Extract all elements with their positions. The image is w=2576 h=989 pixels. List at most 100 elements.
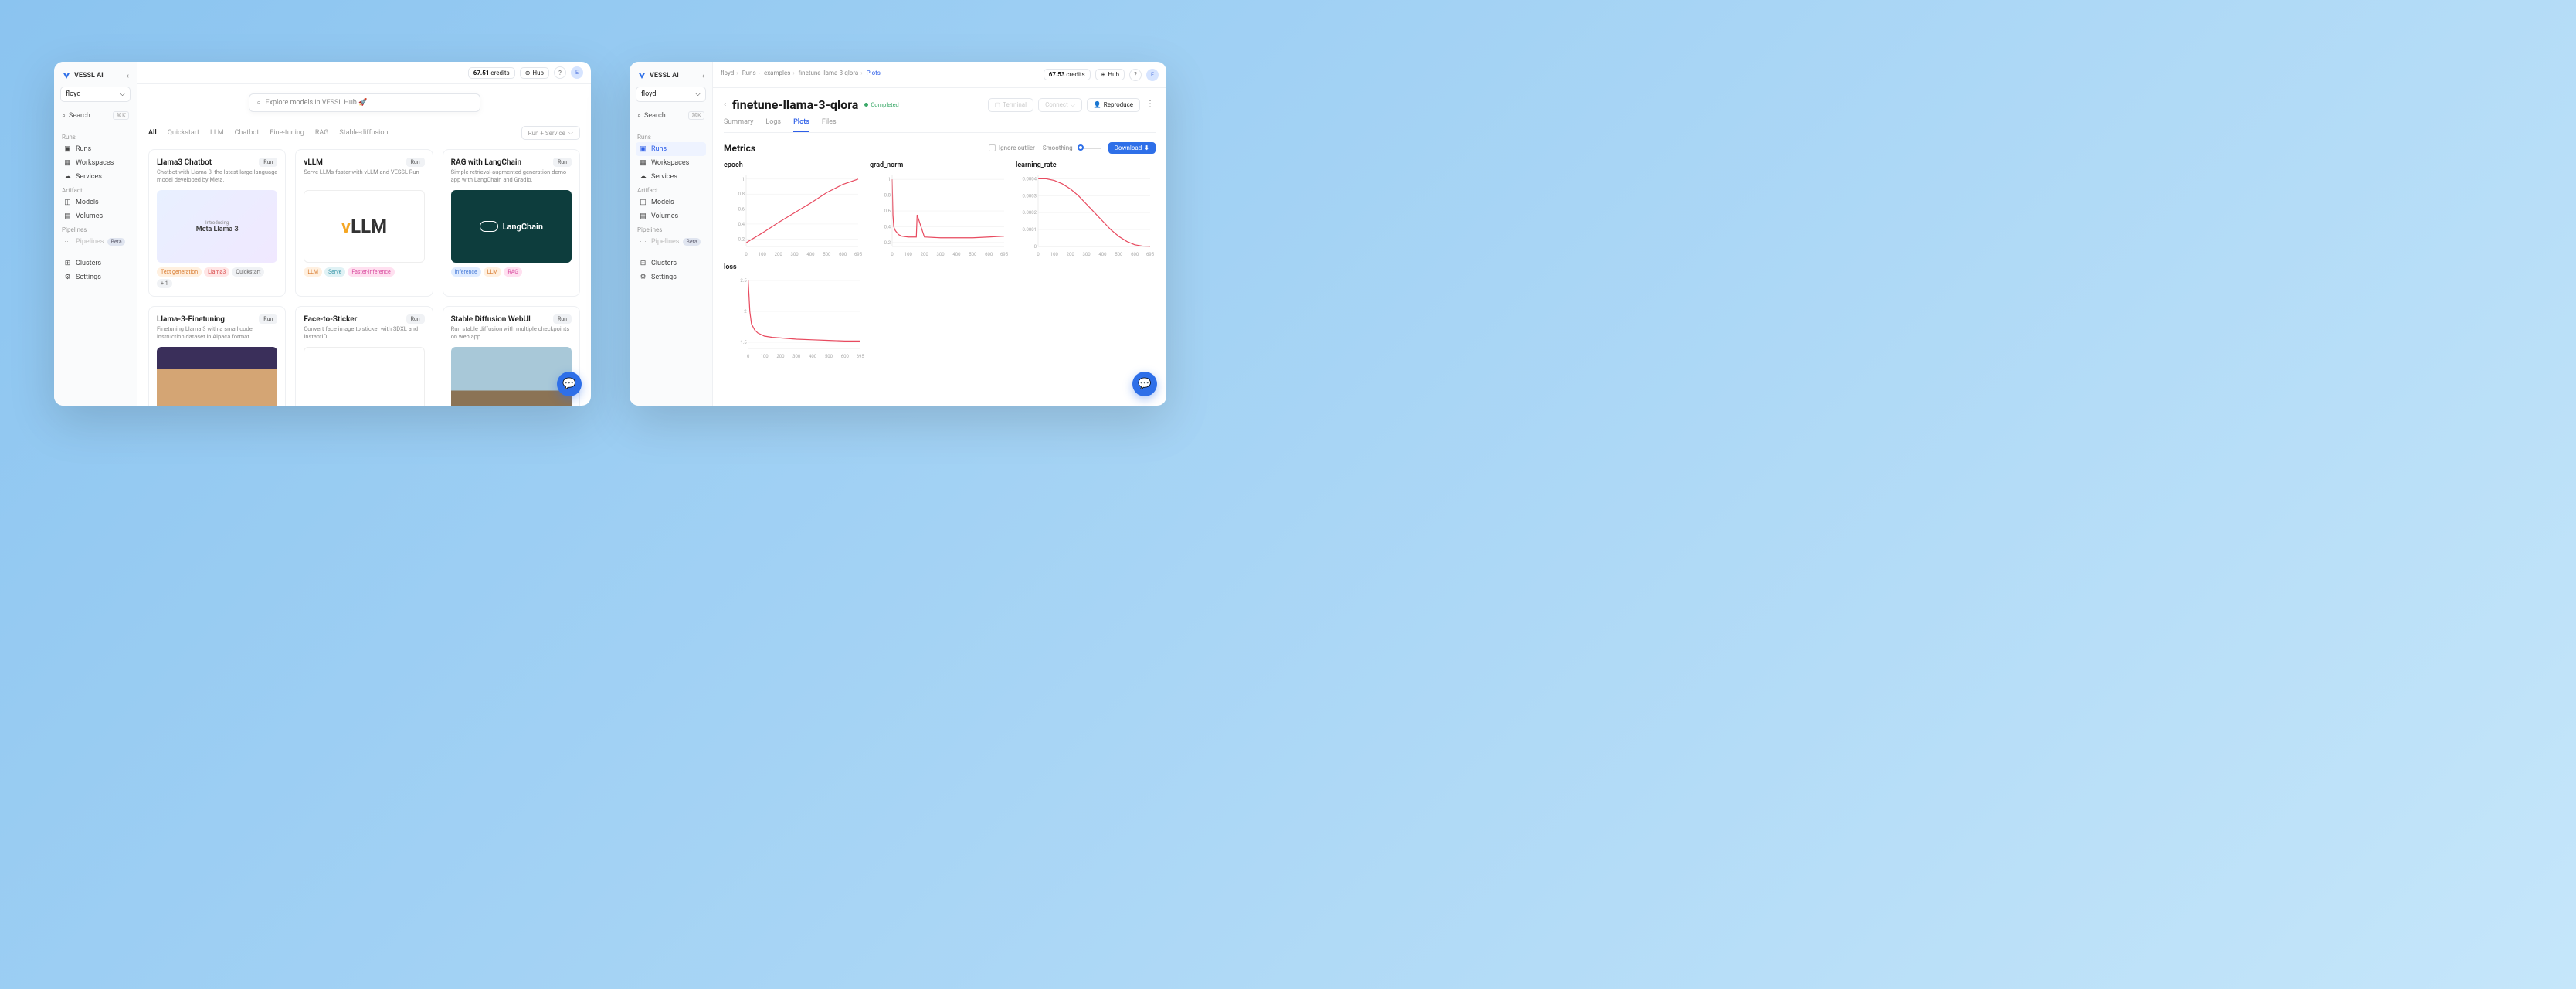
svg-text:0.0003: 0.0003 [1023, 193, 1037, 199]
subtab-logs[interactable]: Logs [765, 118, 781, 132]
models-icon: ◫ [639, 199, 647, 206]
org-selector[interactable]: floyd ⌵ [60, 87, 131, 102]
run-button[interactable]: Run [259, 158, 277, 167]
nav-models[interactable]: ◫Models [636, 195, 706, 209]
terminal-button[interactable]: ▢Terminal [988, 98, 1034, 112]
workspaces-icon: ▦ [63, 159, 72, 167]
nav-services[interactable]: ☁Services [60, 170, 131, 184]
ignore-outlier-toggle[interactable]: Ignore outlier [989, 144, 1035, 151]
run-button[interactable]: Run [553, 158, 572, 167]
breadcrumb-item[interactable]: floyd [721, 70, 734, 76]
collapse-sidebar-icon[interactable]: ‹ [702, 72, 704, 80]
breadcrumb-item[interactable]: Runs [742, 70, 756, 76]
nav-volumes[interactable]: ▤Volumes [60, 209, 131, 223]
search-button[interactable]: ⌕ Search ⌘K [636, 108, 706, 123]
nav-workspaces[interactable]: ▦Workspaces [60, 156, 131, 170]
subtab-summary[interactable]: Summary [724, 118, 753, 132]
run-button[interactable]: Run [406, 158, 425, 167]
credits-badge[interactable]: 67.51 credits [468, 67, 515, 79]
tab-all[interactable]: All [148, 129, 157, 137]
tab-llm[interactable]: LLM [210, 129, 224, 137]
main-area: 67.51 credits ⊕Hub ? E ⌕ Explore models … [137, 62, 591, 406]
chevron-down-icon: ⌵ [695, 90, 701, 98]
help-button[interactable]: ? [554, 66, 566, 79]
model-card[interactable]: Llama-3-FinetuningRun Finetuning Llama 3… [148, 306, 286, 406]
svg-text:300: 300 [792, 354, 801, 359]
chart-svg: 1.522.50100200300400500600695 [724, 274, 867, 359]
nav-services[interactable]: ☁Services [636, 170, 706, 184]
hub-search-input[interactable]: ⌕ Explore models in VESSL Hub 🚀 [249, 93, 480, 112]
card-thumbnail [451, 347, 572, 406]
user-avatar[interactable]: E [571, 66, 583, 79]
back-button[interactable]: ‹ [724, 100, 726, 109]
nav-section-artifact: Artifact [636, 184, 706, 195]
chat-fab[interactable]: 💬 [1132, 372, 1157, 396]
run-button[interactable]: Run [406, 314, 425, 324]
breadcrumb-item[interactable]: examples [764, 70, 790, 76]
svg-text:0.0002: 0.0002 [1023, 210, 1037, 216]
svg-text:600: 600 [985, 252, 993, 257]
smoothing-slider[interactable]: Smoothing [1043, 144, 1101, 151]
chart-svg: 0.20.40.60.810100200300400500600695 [724, 172, 864, 257]
svg-text:500: 500 [823, 252, 831, 257]
svg-text:500: 500 [969, 252, 977, 257]
user-avatar[interactable]: E [1146, 69, 1159, 81]
nav-settings[interactable]: ⚙Settings [60, 270, 131, 284]
collapse-sidebar-icon[interactable]: ‹ [127, 72, 129, 80]
subtab-files[interactable]: Files [822, 118, 837, 132]
svg-text:0.2: 0.2 [884, 240, 891, 246]
settings-icon: ⚙ [63, 274, 72, 281]
search-button[interactable]: ⌕ Search ⌘K [60, 108, 131, 123]
tab-finetuning[interactable]: Fine-tuning [270, 129, 304, 137]
brand-text: VESSL AI [74, 72, 104, 80]
settings-icon: ⚙ [639, 274, 647, 281]
nav-runs[interactable]: ▣Runs [60, 142, 131, 156]
user-icon: 👤 [1094, 101, 1101, 108]
pipelines-icon: ⋯ [63, 238, 72, 246]
credits-badge[interactable]: 67.53 credits [1044, 69, 1091, 80]
nav-pipelines[interactable]: ⋯PipelinesBeta [636, 235, 706, 249]
download-button[interactable]: Download⬇ [1108, 142, 1156, 154]
help-button[interactable]: ? [1129, 69, 1142, 81]
metrics-header: Metrics Ignore outlier Smoothing Downloa… [724, 142, 1156, 154]
org-name: floyd [66, 90, 80, 98]
subtab-plots[interactable]: Plots [793, 118, 809, 132]
org-selector[interactable]: floyd ⌵ [636, 87, 706, 102]
chat-fab[interactable]: 💬 [557, 372, 582, 396]
tab-stable-diffusion[interactable]: Stable-diffusion [339, 129, 388, 137]
nav-section-artifact: Artifact [60, 184, 131, 195]
tab-quickstart[interactable]: Quickstart [168, 129, 199, 137]
run-button[interactable]: Run [553, 314, 572, 324]
workspaces-icon: ▦ [639, 159, 647, 167]
nav-clusters[interactable]: ⊞Clusters [60, 257, 131, 270]
svg-text:400: 400 [1098, 252, 1107, 257]
nav-workspaces[interactable]: ▦Workspaces [636, 156, 706, 170]
reproduce-button[interactable]: 👤Reproduce [1087, 98, 1140, 112]
nav-pipelines[interactable]: ⋯PipelinesBeta [60, 235, 131, 249]
nav-models[interactable]: ◫Models [60, 195, 131, 209]
breadcrumb-item[interactable]: finetune-llama-3-qlora [799, 70, 858, 76]
connect-button[interactable]: Connect⌵ [1038, 98, 1082, 112]
model-card[interactable]: Llama3 ChatbotRun Chatbot with Llama 3, … [148, 149, 286, 297]
svg-text:0.6: 0.6 [884, 209, 891, 214]
more-menu[interactable]: ⋮ [1145, 98, 1156, 112]
hub-link[interactable]: ⊕Hub [1095, 69, 1125, 80]
model-card[interactable]: vLLMRun Serve LLMs faster with vLLM and … [295, 149, 433, 297]
run-button[interactable]: Run [259, 314, 277, 324]
hub-link[interactable]: ⊕Hub [520, 67, 549, 79]
nav-clusters[interactable]: ⊞Clusters [636, 257, 706, 270]
nav-settings[interactable]: ⚙Settings [636, 270, 706, 284]
tab-chatbot[interactable]: Chatbot [235, 129, 260, 137]
svg-text:0: 0 [1034, 244, 1037, 250]
runs-icon: ▣ [63, 145, 72, 153]
nav-runs[interactable]: ▣Runs [636, 142, 706, 156]
run-service-dropdown[interactable]: Run + Service⌵ [521, 126, 580, 140]
model-card[interactable]: RAG with LangChainRun Simple retrieval-a… [443, 149, 580, 297]
card-thumbnail: LangChain [451, 190, 572, 263]
chevron-down-icon: ⌵ [120, 90, 125, 98]
tab-rag[interactable]: RAG [315, 129, 329, 137]
nav-volumes[interactable]: ▤Volumes [636, 209, 706, 223]
model-card[interactable]: Face-to-StickerRun Convert face image to… [295, 306, 433, 406]
svg-text:0.6: 0.6 [738, 207, 745, 212]
svg-text:0: 0 [1037, 252, 1040, 257]
